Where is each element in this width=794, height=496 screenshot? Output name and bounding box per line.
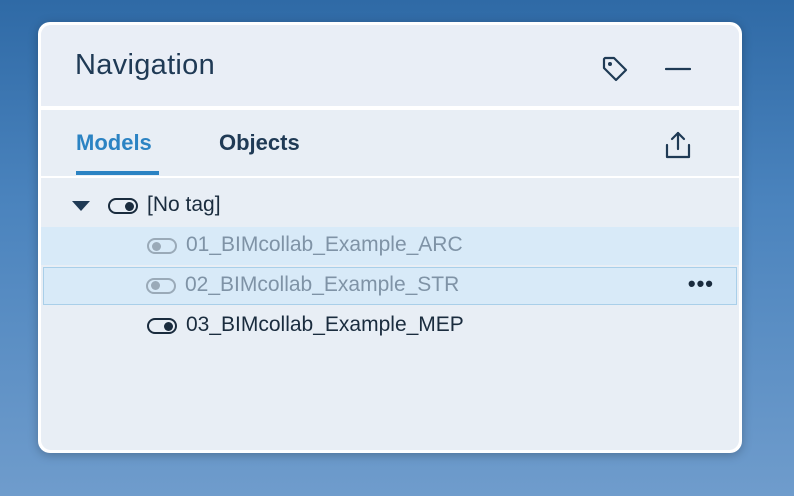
visibility-toggle[interactable]	[146, 277, 176, 294]
tree-item-label: 02_BIMcollab_Example_STR	[185, 272, 460, 296]
tab-bar: Models Objects	[41, 110, 739, 176]
minimize-icon	[665, 67, 691, 71]
tab-models[interactable]: Models	[76, 130, 152, 156]
panel-header: Navigation	[41, 25, 739, 106]
tree-item-label: 03_BIMcollab_Example_MEP	[186, 313, 464, 336]
tab-objects[interactable]: Objects	[219, 130, 300, 156]
tree-item-row[interactable]: 01_BIMcollab_Example_ARC	[41, 227, 739, 265]
visibility-toggle[interactable]	[108, 198, 138, 214]
panel-body: Navigation Models Objects [No tag] 01_BI…	[41, 25, 739, 450]
tree-item-row[interactable]: 02_BIMcollab_Example_STR •••	[43, 267, 737, 305]
tree-item-label: 01_BIMcollab_Example_ARC	[186, 233, 463, 256]
tag-button[interactable]	[595, 49, 635, 89]
tree-item-row[interactable]: 03_BIMcollab_Example_MEP	[41, 307, 739, 345]
tree-group-row[interactable]: [No tag]	[41, 187, 739, 225]
visibility-toggle[interactable]	[147, 238, 177, 254]
visibility-toggle[interactable]	[147, 318, 177, 334]
tabs-divider	[41, 176, 739, 178]
more-options-icon[interactable]: •••	[688, 273, 714, 295]
active-tab-indicator	[76, 171, 159, 175]
navigation-panel: Navigation Models Objects [No tag] 01_BI…	[38, 22, 742, 453]
panel-title: Navigation	[75, 49, 216, 81]
export-button[interactable]	[658, 125, 698, 165]
tag-icon	[602, 56, 628, 82]
expand-caret-icon[interactable]	[72, 201, 90, 211]
tree-group-label: [No tag]	[147, 193, 221, 216]
export-icon	[665, 131, 691, 159]
minimize-button[interactable]	[658, 49, 698, 89]
